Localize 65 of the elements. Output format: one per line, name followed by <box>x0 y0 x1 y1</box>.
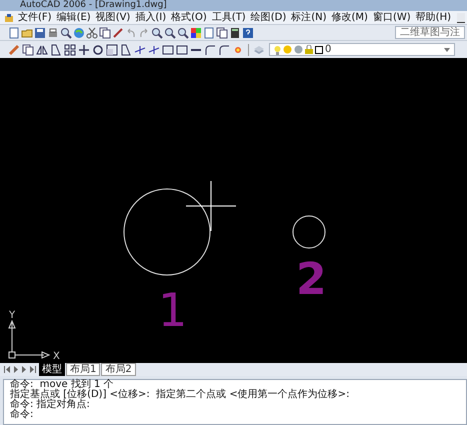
rectangle-icon[interactable] <box>176 44 188 56</box>
drawing-canvas[interactable]: 1 2 Y X <box>0 58 467 363</box>
copy-icon[interactable] <box>216 26 228 38</box>
command-line: 命令: <box>10 410 34 420</box>
app-logo-icon <box>4 12 14 22</box>
menu-item[interactable]: 视图(V) <box>96 12 130 24</box>
help-icon[interactable] <box>242 26 254 38</box>
sphere-icon <box>294 45 303 54</box>
ucs-axis-icon <box>8 320 50 359</box>
lock-icon <box>305 45 313 54</box>
grid-array-icon[interactable] <box>64 44 76 56</box>
x-axis-label: X <box>53 351 60 362</box>
menu-item[interactable]: 插入(I) <box>135 12 166 24</box>
menu-item[interactable]: 编辑(E) <box>56 12 91 24</box>
menu-item[interactable]: 帮助(H) <box>416 12 451 24</box>
command-line: 命令: 指定对角点: <box>10 400 91 410</box>
move-arrows-icon[interactable] <box>78 44 90 56</box>
fillet-icon[interactable] <box>218 44 230 56</box>
stretch-icon[interactable] <box>50 44 62 56</box>
menu-item[interactable]: 绘图(D) <box>250 12 286 24</box>
scissors-icon[interactable] <box>86 26 98 38</box>
menu-item[interactable]: 文件(F) <box>18 12 52 24</box>
layer-name: 0 <box>325 44 332 54</box>
menu-item[interactable]: 标注(N) <box>291 12 327 24</box>
layout-tab[interactable]: 布局2 <box>101 363 136 376</box>
color-swatch-icon <box>315 46 323 54</box>
command-line: 命令: move 找到 1 个 <box>10 380 115 390</box>
y-axis-label: Y <box>9 310 16 321</box>
palette-icon[interactable] <box>190 26 202 38</box>
magnifier-icon[interactable] <box>177 26 189 38</box>
menu-item[interactable]: 工具(T) <box>212 12 246 24</box>
lightbulb-icon <box>274 44 281 54</box>
sun-icon <box>283 45 292 54</box>
layout-tab[interactable]: 布局1 <box>66 363 100 376</box>
minimize-button[interactable] <box>457 12 465 22</box>
magnifier-icon[interactable] <box>60 26 72 38</box>
trim-line-icon[interactable] <box>148 44 160 56</box>
mirror-triangle-icon[interactable] <box>36 44 48 56</box>
dropdown-arrow-icon <box>444 48 450 52</box>
fillet-icon[interactable] <box>204 44 216 56</box>
layer-dropdown[interactable]: 0 <box>269 43 455 56</box>
document-icon[interactable] <box>203 26 215 38</box>
scale-square-icon[interactable] <box>106 44 118 56</box>
tab-navigation-icon[interactable] <box>4 365 38 374</box>
copy-icon[interactable] <box>99 26 111 38</box>
rectangle-icon[interactable] <box>162 44 174 56</box>
calculator-icon[interactable] <box>229 26 241 38</box>
magnifier-icon[interactable] <box>151 26 163 38</box>
copy-icon[interactable] <box>22 44 34 56</box>
menu-item[interactable]: 修改(M) <box>332 12 368 24</box>
handwritten-number: 1 <box>158 283 188 337</box>
menu-item[interactable]: 格式(O) <box>171 12 207 24</box>
magnifier-icon[interactable] <box>164 26 176 38</box>
printer-icon[interactable] <box>47 26 59 38</box>
window-title: AutoCAD 2006 - [Drawing1.dwg] <box>19 0 167 11</box>
crosshair-cursor <box>186 180 236 232</box>
rotate-icon[interactable] <box>92 44 104 56</box>
trim-line-icon[interactable] <box>134 44 146 56</box>
menu-item[interactable]: 窗口(W) <box>372 12 411 24</box>
stretch-icon[interactable] <box>120 44 132 56</box>
layout-tab[interactable]: 模型 <box>39 363 65 376</box>
document-icon[interactable] <box>8 26 20 38</box>
handwritten-number: 2 <box>296 254 327 305</box>
command-line: 指定基点或 [位移(D)] <位移>: 指定第二个点或 <使用第一个点作为位移>: <box>10 390 350 400</box>
small-circle <box>292 216 326 248</box>
